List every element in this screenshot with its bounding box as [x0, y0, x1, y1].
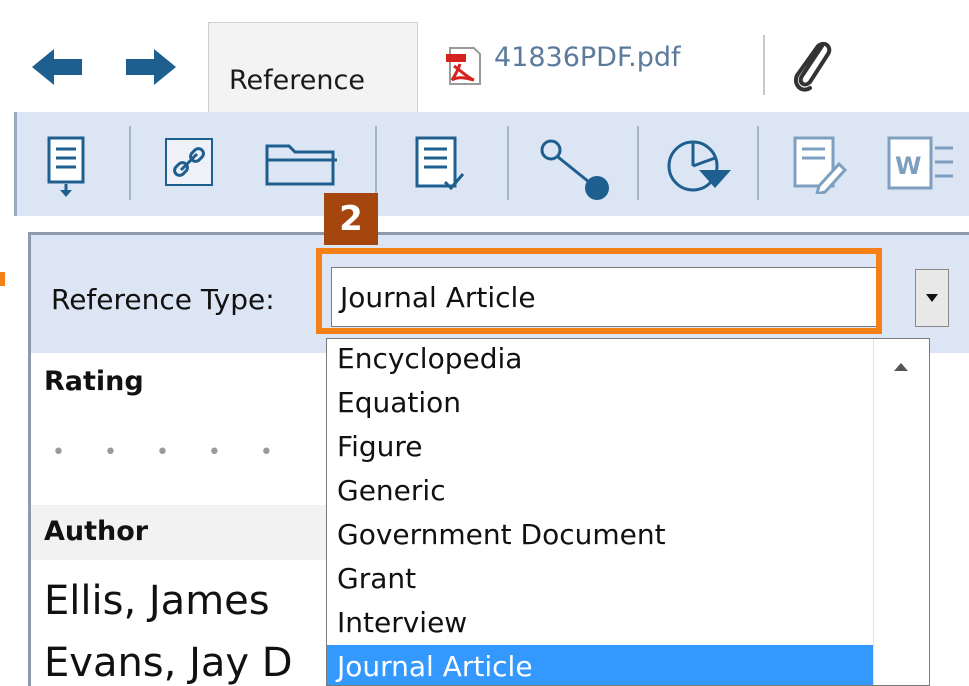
scroll-up-icon[interactable]	[894, 363, 908, 371]
attachment-icon[interactable]	[788, 36, 834, 96]
share-icon[interactable]	[537, 136, 619, 202]
folder-icon[interactable]	[263, 136, 341, 188]
author-name[interactable]: Ellis, James	[44, 578, 270, 624]
tab-reference[interactable]: Reference	[208, 22, 418, 114]
word-icon[interactable]: W	[885, 136, 955, 194]
edit-icon[interactable]	[791, 136, 847, 194]
format-bibliography-icon[interactable]	[413, 136, 469, 194]
toolbar-divider	[637, 126, 639, 200]
reference-type-label: Reference Type:	[51, 283, 275, 316]
annotation-marker	[0, 272, 5, 286]
dropdown-option-selected[interactable]: Journal Article	[327, 645, 873, 685]
link-icon[interactable]	[163, 136, 215, 188]
tab-divider	[763, 35, 765, 95]
reference-type-value: Journal Article	[340, 281, 536, 314]
reference-type-dropdown-list[interactable]: Encyclopedia Equation Figure Generic Gov…	[326, 338, 930, 686]
forward-arrow-icon[interactable]	[126, 47, 176, 87]
author-name[interactable]: Evans, Jay D	[44, 640, 293, 686]
svg-text:W: W	[895, 152, 921, 180]
tab-reference-label: Reference	[229, 65, 365, 96]
dropdown-option[interactable]: Government Document	[327, 513, 873, 557]
dropdown-scrollbar[interactable]	[873, 339, 929, 685]
reference-toolbar: W	[14, 112, 969, 216]
pdf-icon	[446, 47, 481, 85]
dropdown-option[interactable]: Generic	[327, 469, 873, 513]
toolbar-divider	[757, 126, 759, 200]
back-arrow-icon[interactable]	[32, 47, 82, 87]
reference-type-row: Reference Type: Journal Article	[31, 235, 969, 353]
insert-citation-icon[interactable]	[45, 136, 91, 198]
dropdown-option[interactable]: Encyclopedia	[327, 339, 873, 381]
toolbar-divider	[129, 126, 131, 200]
step-callout-badge: 2	[324, 193, 378, 245]
toolbar-divider	[375, 126, 377, 200]
tab-bar: Reference 41836PDF.pdf	[0, 0, 969, 114]
tab-pdf-label: 41836PDF.pdf	[494, 42, 681, 73]
chevron-down-icon	[926, 294, 938, 302]
author-label: Author	[44, 516, 149, 547]
dropdown-option[interactable]: Equation	[327, 381, 873, 425]
rating-label: Rating	[44, 366, 144, 397]
chart-icon[interactable]	[665, 136, 735, 196]
dropdown-option[interactable]: Figure	[327, 425, 873, 469]
rating-stars[interactable]: • • • • •	[52, 440, 289, 465]
reference-type-select[interactable]: Journal Article	[331, 267, 879, 327]
dropdown-option[interactable]: Interview	[327, 601, 873, 645]
dropdown-toggle-button[interactable]	[915, 269, 949, 327]
toolbar-divider	[507, 126, 509, 200]
dropdown-option[interactable]: Grant	[327, 557, 873, 601]
